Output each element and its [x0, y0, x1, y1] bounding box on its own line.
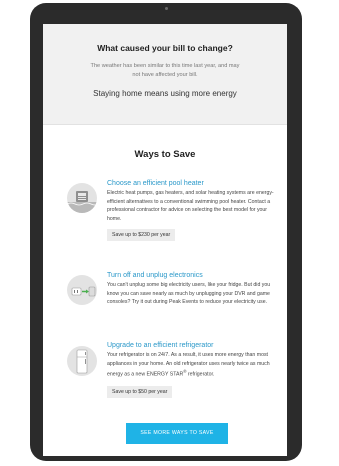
bill-change-reason: Staying home means using more energy [93, 89, 237, 98]
tip-text-part: refrigerator. [186, 371, 215, 378]
savings-badge: Save up to $230 per year [107, 229, 176, 242]
tip-text: Your refrigerator is on 24/7. As a resul… [107, 351, 275, 380]
tablet-frame: What caused your bill to change? The wea… [30, 3, 302, 461]
pool-heater-icon [67, 183, 97, 213]
see-more-ways-button[interactable]: SEE MORE WAYS TO SAVE [126, 423, 228, 444]
tip-title: Upgrade to an efficient refrigerator [107, 342, 214, 349]
tip-body: Turn off and unplug electronics You can'… [107, 271, 275, 307]
tip-body: Upgrade to an efficient refrigerator You… [107, 341, 275, 398]
tip-title: Choose an efficient pool heater [107, 180, 204, 187]
plug-icon [67, 275, 97, 305]
refrigerator-icon [67, 346, 97, 376]
tip-text: You can't unplug some big electricity us… [107, 282, 271, 306]
tip-text: Electric heat pumps, gas heaters, and so… [107, 190, 274, 222]
bill-change-section: What caused your bill to change? The wea… [43, 24, 287, 125]
tip-title: Turn off and unplug electronics [107, 272, 203, 279]
ways-to-save-title: Ways to Save [134, 149, 196, 160]
savings-badge: Save up to $50 per year [107, 385, 173, 398]
bill-change-title: What caused your bill to change? [97, 43, 233, 53]
tip-body: Choose an efficient pool heater Electric… [107, 179, 275, 242]
screen: What caused your bill to change? The wea… [43, 24, 287, 456]
weather-note: The weather has been similar to this tim… [90, 63, 240, 78]
camera-dot [164, 7, 168, 10]
